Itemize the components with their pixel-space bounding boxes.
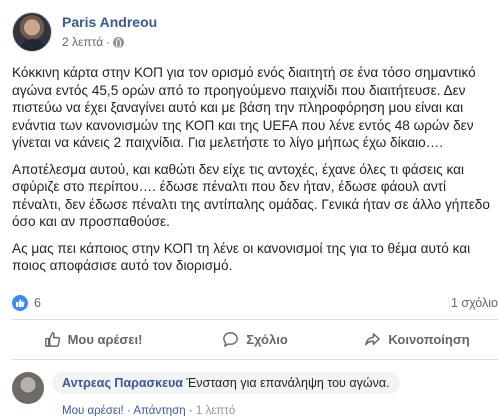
comment-meta: Μου αρέσει! · Απάντηση · 1 λεπτό <box>62 405 236 416</box>
post-meta: 2 λεπτά · <box>62 35 125 49</box>
author-name[interactable]: Paris Andreou <box>62 14 157 30</box>
share-button[interactable]: Κοινοποίηση <box>336 324 498 354</box>
post-paragraph-1: Κόκκινη κάρτα στην ΚΟΠ για τον ορισμό εν… <box>12 65 476 150</box>
post-header: Paris Andreou 2 λεπτά · <box>12 12 482 54</box>
share-label: Κοινοποίηση <box>388 331 470 347</box>
divider <box>12 359 498 360</box>
post-paragraph-3: Ας μας πει κάποιος στην ΚΟΠ τη λένε οι κ… <box>12 240 471 274</box>
comment-time[interactable]: 1 λεπτό <box>196 405 235 416</box>
comment-button[interactable]: Σχόλιο <box>174 324 336 354</box>
divider <box>12 319 498 320</box>
like-reaction-icon[interactable] <box>12 295 28 311</box>
post-actions: Μου αρέσει! Σχόλιο Κοινοποίηση <box>12 324 498 354</box>
comment-text: Ένσταση για επανάληψη του αγώνα. <box>186 376 390 390</box>
facebook-post: Paris Andreou 2 λεπτά · Κόκκινη κάρτα στ… <box>0 0 498 416</box>
commenter-avatar[interactable] <box>12 372 44 404</box>
comment-reply-link[interactable]: Απάντηση <box>133 405 185 416</box>
comment-label: Σχόλιο <box>246 331 288 347</box>
comment-like-link[interactable]: Μου αρέσει! <box>62 405 124 416</box>
like-count[interactable]: 6 <box>34 296 41 310</box>
reaction-stats: 6 1 σχόλιο <box>12 293 498 313</box>
globe-icon[interactable] <box>113 36 125 49</box>
like-button[interactable]: Μου αρέσει! <box>12 324 174 354</box>
post-paragraph-2: Αποτέλεσμα αυτού, και καθώτι δεν είχε τι… <box>12 161 490 230</box>
commenter-name[interactable]: Αντρεας Παρασκευα <box>62 376 183 390</box>
comment-item: Αντρεας Παρασκευα Ένσταση για επανάληψη … <box>12 372 498 416</box>
speech-bubble-icon <box>223 331 239 347</box>
share-arrow-icon <box>365 332 381 346</box>
comment-bubble: Αντρεας Παρασκευα Ένσταση για επανάληψη … <box>52 372 400 394</box>
like-label: Μου αρέσει! <box>67 331 143 347</box>
comment-count[interactable]: 1 σχόλιο <box>451 296 498 310</box>
post-time[interactable]: 2 λεπτά <box>62 35 103 49</box>
author-avatar[interactable] <box>12 12 52 52</box>
thumbs-up-icon <box>44 331 60 347</box>
post-body: Κόκκινη κάρτα στην ΚΟΠ για τον ορισμό εν… <box>12 64 492 284</box>
